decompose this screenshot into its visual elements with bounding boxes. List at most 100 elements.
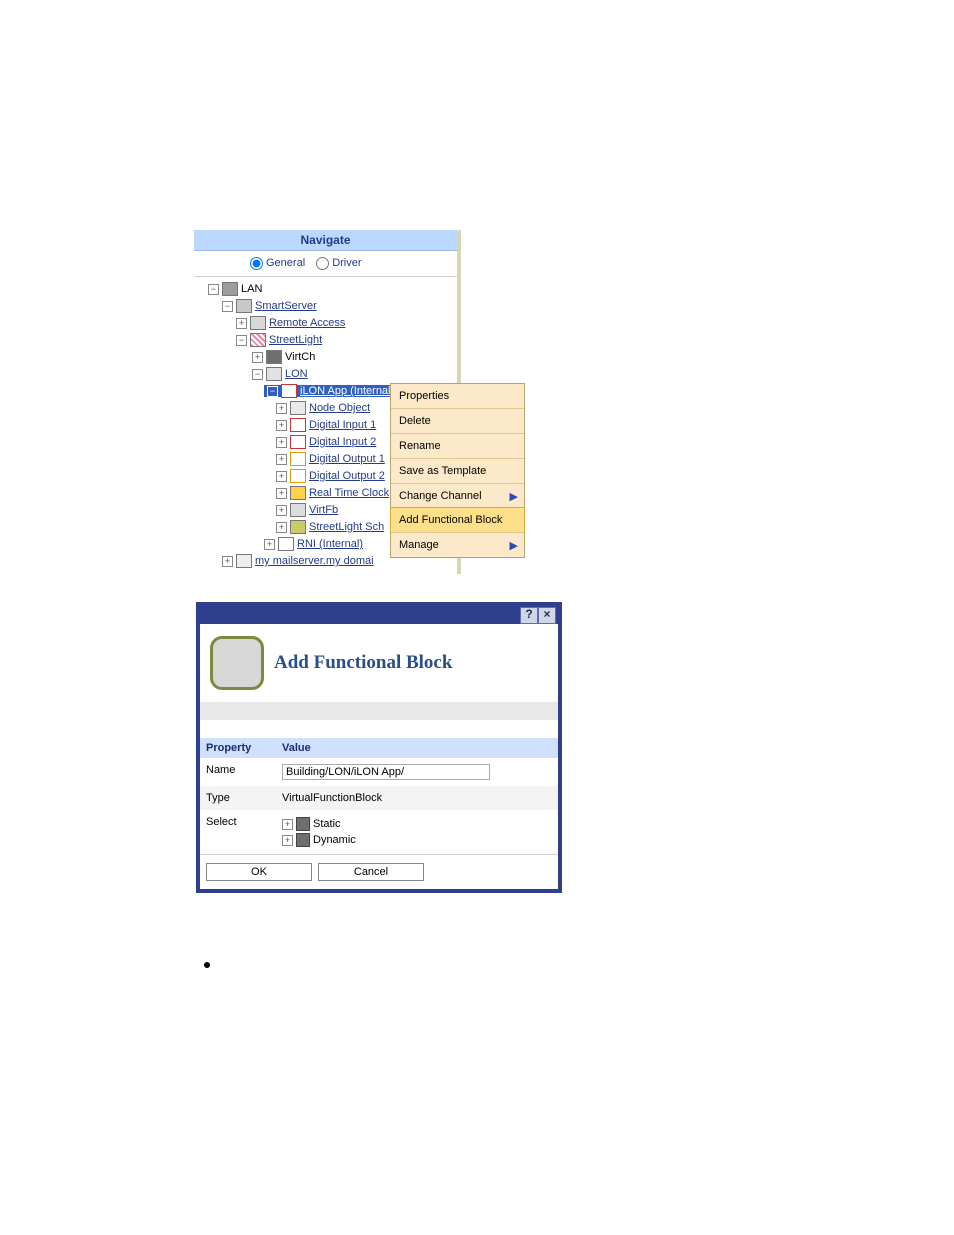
dialog-band bbox=[200, 702, 558, 720]
tree-label: VirtCh bbox=[285, 351, 315, 363]
select-dynamic[interactable]: + Dynamic bbox=[282, 832, 552, 848]
tree-virtch[interactable]: + VirtCh bbox=[196, 349, 455, 366]
tree-label: Digital Output 1 bbox=[309, 453, 385, 465]
minus-icon[interactable]: − bbox=[267, 386, 278, 397]
mailserver-icon bbox=[236, 554, 252, 568]
ctx-properties[interactable]: Properties bbox=[391, 384, 524, 408]
plus-icon[interactable]: + bbox=[252, 352, 263, 363]
row-type-value: VirtualFunctionBlock bbox=[276, 786, 558, 810]
minus-icon[interactable]: − bbox=[222, 301, 233, 312]
tree-label: LON bbox=[285, 368, 308, 380]
plus-icon[interactable]: + bbox=[222, 556, 233, 567]
tree-label: RNI (Internal) bbox=[297, 538, 363, 550]
server-icon bbox=[236, 299, 252, 313]
name-input[interactable] bbox=[282, 764, 490, 780]
tree-label: Remote Access bbox=[269, 317, 345, 329]
ctx-delete[interactable]: Delete bbox=[391, 408, 524, 433]
plus-icon[interactable]: + bbox=[282, 835, 293, 846]
tree-label: iLON App (Internal) bbox=[300, 385, 394, 397]
streetlight-icon bbox=[250, 333, 266, 347]
dialog-header: Add Functional Block bbox=[200, 624, 558, 702]
close-button[interactable]: × bbox=[538, 607, 556, 624]
select-label: Static bbox=[313, 818, 341, 830]
virtfb-icon bbox=[290, 503, 306, 517]
select-label: Dynamic bbox=[313, 834, 356, 846]
remote-access-icon bbox=[250, 316, 266, 330]
mode-general-label: General bbox=[266, 257, 305, 269]
help-button[interactable]: ? bbox=[520, 607, 538, 624]
bullet-icon bbox=[204, 962, 210, 968]
tree-lan[interactable]: − LAN bbox=[196, 281, 455, 298]
tree-label: Digital Output 2 bbox=[309, 470, 385, 482]
functional-block-icon bbox=[210, 636, 264, 690]
minus-icon[interactable]: − bbox=[252, 369, 263, 380]
node-icon bbox=[290, 401, 306, 415]
row-name-label: Name bbox=[200, 758, 276, 786]
ctx-label: Manage bbox=[399, 539, 439, 551]
ctx-add-functional-block[interactable]: Add Functional Block bbox=[390, 507, 525, 533]
mode-driver-radio[interactable]: Driver bbox=[316, 257, 361, 269]
tree-label: Digital Input 2 bbox=[309, 436, 376, 448]
plus-icon[interactable]: + bbox=[264, 539, 275, 550]
col-value: Value bbox=[276, 738, 558, 758]
row-select-label: Select bbox=[200, 810, 276, 854]
plus-icon[interactable]: + bbox=[276, 488, 287, 499]
nav-mode-row: General Driver bbox=[194, 251, 457, 277]
plus-icon[interactable]: + bbox=[276, 420, 287, 431]
lan-icon bbox=[222, 282, 238, 296]
tree-label: LAN bbox=[241, 283, 262, 295]
tree-label: SmartServer bbox=[255, 300, 317, 312]
app-icon bbox=[281, 384, 297, 398]
tree-label: VirtFb bbox=[309, 504, 338, 516]
select-static[interactable]: + Static bbox=[282, 816, 552, 832]
lon-icon bbox=[266, 367, 282, 381]
cancel-button[interactable]: Cancel bbox=[318, 863, 424, 881]
ok-button[interactable]: OK bbox=[206, 863, 312, 881]
plus-icon[interactable]: + bbox=[276, 505, 287, 516]
digital-output-icon bbox=[290, 452, 306, 466]
tree-smartserver[interactable]: − SmartServer bbox=[196, 298, 455, 315]
plus-icon[interactable]: + bbox=[276, 522, 287, 533]
context-menu: Properties Delete Rename Save as Templat… bbox=[390, 383, 525, 558]
ctx-rename[interactable]: Rename bbox=[391, 433, 524, 458]
ctx-change-channel[interactable]: Change Channel▶ bbox=[391, 483, 524, 508]
clock-icon bbox=[290, 486, 306, 500]
ctx-save-template[interactable]: Save as Template bbox=[391, 458, 524, 483]
add-fb-dialog: ? × Add Functional Block Property Value … bbox=[196, 602, 562, 893]
digital-input-icon bbox=[290, 435, 306, 449]
minus-icon[interactable]: − bbox=[236, 335, 247, 346]
dialog-title: Add Functional Block bbox=[274, 652, 452, 674]
tree-streetlight[interactable]: − StreetLight bbox=[196, 332, 455, 349]
chevron-right-icon: ▶ bbox=[510, 490, 518, 503]
tree-label: StreetLight Sch bbox=[309, 521, 384, 533]
mode-general-radio[interactable]: General bbox=[250, 257, 305, 269]
dialog-buttons: OK Cancel bbox=[200, 854, 558, 889]
cube-icon bbox=[296, 833, 310, 847]
plus-icon[interactable]: + bbox=[282, 819, 293, 830]
tree-label: Node Object bbox=[309, 402, 370, 414]
col-property: Property bbox=[200, 738, 276, 758]
plus-icon[interactable]: + bbox=[276, 454, 287, 465]
cube-icon bbox=[296, 817, 310, 831]
virtch-icon bbox=[266, 350, 282, 364]
schedule-icon bbox=[290, 520, 306, 534]
digital-input-icon bbox=[290, 418, 306, 432]
plus-icon[interactable]: + bbox=[276, 437, 287, 448]
ctx-manage[interactable]: Manage ▶ bbox=[391, 532, 524, 557]
tree-remote-access[interactable]: + Remote Access bbox=[196, 315, 455, 332]
mode-driver-label: Driver bbox=[332, 257, 361, 269]
tree-lon[interactable]: − LON bbox=[196, 366, 455, 383]
dialog-titlebar: ? × bbox=[200, 606, 558, 624]
properties-table: Property Value Name Type VirtualFunction… bbox=[200, 738, 558, 854]
plus-icon[interactable]: + bbox=[236, 318, 247, 329]
plus-icon[interactable]: + bbox=[276, 471, 287, 482]
navigate-title: Navigate bbox=[194, 230, 457, 251]
chevron-right-icon: ▶ bbox=[510, 539, 518, 552]
tree-label: StreetLight bbox=[269, 334, 322, 346]
digital-output-icon bbox=[290, 469, 306, 483]
minus-icon[interactable]: − bbox=[208, 284, 219, 295]
plus-icon[interactable]: + bbox=[276, 403, 287, 414]
tree-label: Digital Input 1 bbox=[309, 419, 376, 431]
tree-label: my mailserver.my domai bbox=[255, 555, 374, 567]
tree-label: Real Time Clock bbox=[309, 487, 389, 499]
